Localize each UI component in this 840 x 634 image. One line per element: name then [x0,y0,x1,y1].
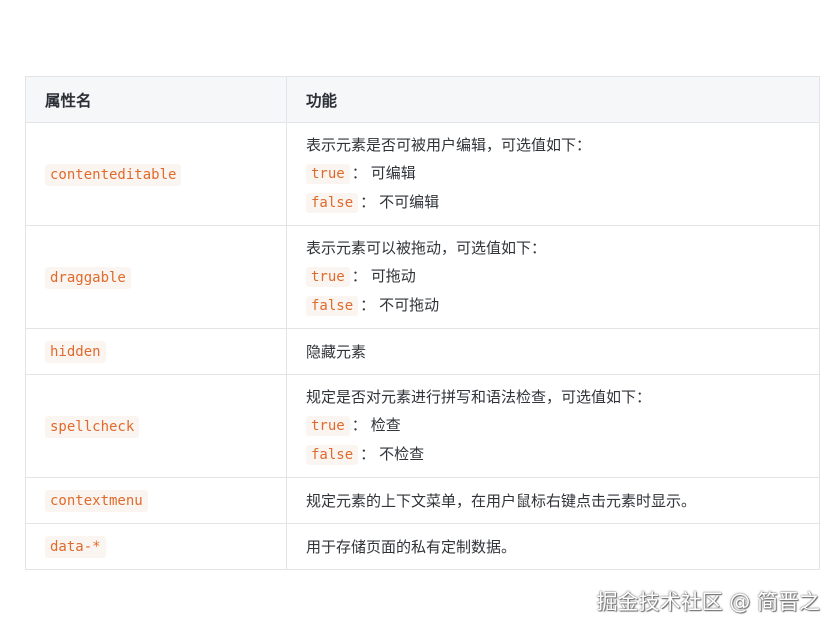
attr-desc: 表示元素可以被拖动，可选值如下： [306,239,547,257]
table-row: contenteditable 表示元素是否可被用户编辑，可选值如下： true… [25,122,820,226]
page: 属性名 功能 contenteditable 表示元素是否可被用户编辑，可选值如… [0,0,840,634]
attr-name-code: spellcheck [45,415,140,438]
option-line: false：不检查 [306,440,800,469]
attr-desc-cell: 表示元素可以被拖动，可选值如下： true：可拖动 false：不可拖动 [286,225,820,329]
option-line: false：不可拖动 [306,291,800,320]
attr-desc: 规定元素的上下文菜单，在用户鼠标右键点击元素时显示。 [306,491,697,510]
option-line: true：检查 [306,411,800,440]
option-line: true：可拖动 [306,262,800,291]
option-line: false：不可编辑 [306,188,800,217]
column-header-function: 功能 [286,76,820,123]
attr-name-cell: contextmenu [25,477,287,524]
attr-desc: 隐藏元素 [306,342,367,361]
option-separator: ： [360,193,376,211]
attr-desc: 规定是否对元素进行拼写和语法检查，可选值如下： [306,388,652,406]
option-text: 可编辑 [370,164,416,182]
option-separator: ： [351,267,367,285]
option-value: false [306,193,359,213]
attr-desc-cell: 用于存储页面的私有定制数据。 [286,523,820,570]
table-row: spellcheck 规定是否对元素进行拼写和语法检查，可选值如下： true：… [25,374,820,478]
option-value: true [306,267,350,287]
option-line: true：可编辑 [306,159,800,188]
attr-name-code: data-* [45,536,106,558]
attr-desc-cell: 表示元素是否可被用户编辑，可选值如下： true：可编辑 false：不可编辑 [286,122,820,226]
option-text: 可拖动 [370,267,416,285]
option-value: false [306,296,359,316]
attr-name-cell: spellcheck [25,374,287,478]
option-text: 检查 [370,416,401,434]
option-text: 不可编辑 [379,193,440,211]
attribute-table: 属性名 功能 contenteditable 表示元素是否可被用户编辑，可选值如… [25,76,820,570]
option-text: 不可拖动 [379,296,440,314]
watermark: 掘金技术社区 @ 简晋之 [596,590,820,614]
attr-name-code: contextmenu [45,490,148,512]
option-value: true [306,164,350,184]
option-value: false [306,445,359,465]
option-text: 不检查 [379,445,425,463]
option-value: true [306,416,350,436]
table-row: draggable 表示元素可以被拖动，可选值如下： true：可拖动 fals… [25,225,820,329]
attr-name-code: draggable [45,266,131,289]
attr-name-cell: hidden [25,328,287,375]
attr-desc: 用于存储页面的私有定制数据。 [306,537,517,556]
attr-name-cell: data-* [25,523,287,570]
attr-desc-cell: 规定元素的上下文菜单，在用户鼠标右键点击元素时显示。 [286,477,820,524]
attr-name-cell: draggable [25,225,287,329]
attr-desc-cell: 隐藏元素 [286,328,820,375]
attr-name-code: hidden [45,341,106,363]
attr-name-cell: contenteditable [25,122,287,226]
column-header-name: 属性名 [25,76,287,123]
table-row: data-* 用于存储页面的私有定制数据。 [25,523,820,570]
option-separator: ： [351,164,367,182]
option-separator: ： [360,296,376,314]
table-header-row: 属性名 功能 [25,76,820,123]
option-separator: ： [360,445,376,463]
table-row: hidden 隐藏元素 [25,328,820,375]
table-row: contextmenu 规定元素的上下文菜单，在用户鼠标右键点击元素时显示。 [25,477,820,524]
attr-desc: 表示元素是否可被用户编辑，可选值如下： [306,136,592,154]
attr-desc-cell: 规定是否对元素进行拼写和语法检查，可选值如下： true：检查 false：不检… [286,374,820,478]
attr-name-code: contenteditable [45,163,182,186]
option-separator: ： [351,416,367,434]
